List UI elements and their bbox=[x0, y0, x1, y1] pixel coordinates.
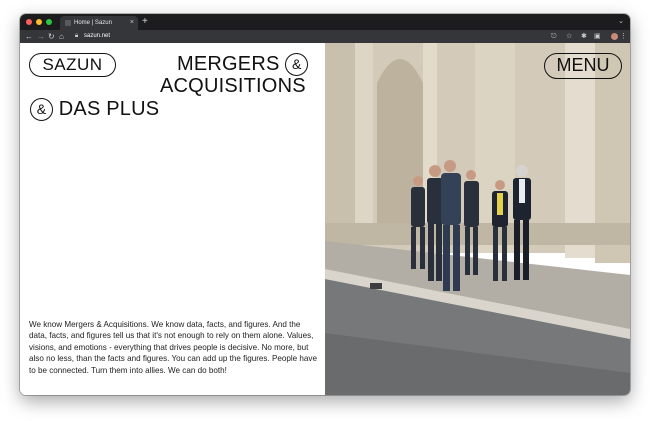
tab-search-chevron-icon[interactable]: ⌄ bbox=[618, 17, 624, 27]
home-icon[interactable]: ⌂ bbox=[59, 31, 64, 42]
tab-title: Home | Sazun bbox=[74, 20, 112, 26]
address-bar[interactable]: sazun.net bbox=[84, 32, 110, 41]
browser-toolbar: ← → ↻ ⌂ 🔒︎ sazun.net ⎋ ☆ ✱ ▣ ⋮ bbox=[20, 30, 630, 43]
fullscreen-window-button[interactable] bbox=[46, 19, 52, 25]
tab-home-sazun[interactable]: Home | Sazun × bbox=[60, 16, 138, 30]
window-controls bbox=[26, 19, 52, 25]
intro-paragraph: We know Mergers & Acquisitions. We know … bbox=[29, 320, 317, 375]
extensions-icon[interactable]: ✱ bbox=[581, 31, 587, 42]
browser-window: Home | Sazun × + ⌄ ← → ↻ ⌂ 🔒︎ sazun.net … bbox=[20, 14, 630, 395]
screen: Home | Sazun × + ⌄ ← → ↻ ⌂ 🔒︎ sazun.net … bbox=[0, 0, 650, 421]
headline-line-1: MERGERS & bbox=[177, 53, 309, 76]
close-tab-icon[interactable]: × bbox=[130, 18, 134, 28]
headline-line-3: & DAS PLUS bbox=[30, 98, 159, 121]
page-viewport: SAZUN MERGERS & ACQUISITIONS & DAS PLUS … bbox=[20, 43, 630, 395]
headline-word-das-plus: DAS PLUS bbox=[58, 98, 160, 120]
ampersand-badge: & bbox=[285, 53, 309, 76]
headline-word-mergers: MERGERS bbox=[177, 53, 280, 75]
close-window-button[interactable] bbox=[26, 19, 32, 25]
menu-button[interactable]: MENU bbox=[544, 53, 622, 79]
new-tab-button[interactable]: + bbox=[142, 16, 148, 28]
lock-icon[interactable]: 🔒︎ bbox=[75, 31, 78, 42]
forward-arrow-icon[interactable]: → bbox=[37, 31, 45, 42]
team-photo-illustration bbox=[325, 43, 630, 395]
back-arrow-icon[interactable]: ← bbox=[25, 31, 33, 42]
ampersand-badge: & bbox=[30, 98, 53, 121]
profile-avatar[interactable] bbox=[611, 33, 618, 40]
minimize-window-button[interactable] bbox=[36, 19, 42, 25]
site-logo[interactable]: SAZUN bbox=[29, 53, 116, 77]
team-photo: MENU bbox=[325, 43, 630, 395]
bookmark-star-icon[interactable]: ☆ bbox=[566, 31, 572, 42]
sidebar-icon[interactable]: ▣ bbox=[594, 31, 601, 42]
share-icon[interactable]: ⎋ bbox=[551, 31, 557, 42]
favicon-icon bbox=[65, 20, 71, 26]
headline-line-2: ACQUISITIONS bbox=[160, 75, 306, 97]
more-menu-icon[interactable]: ⋮ bbox=[620, 31, 627, 42]
tab-strip: Home | Sazun × + ⌄ bbox=[20, 14, 630, 30]
reload-icon[interactable]: ↻ bbox=[48, 31, 55, 42]
